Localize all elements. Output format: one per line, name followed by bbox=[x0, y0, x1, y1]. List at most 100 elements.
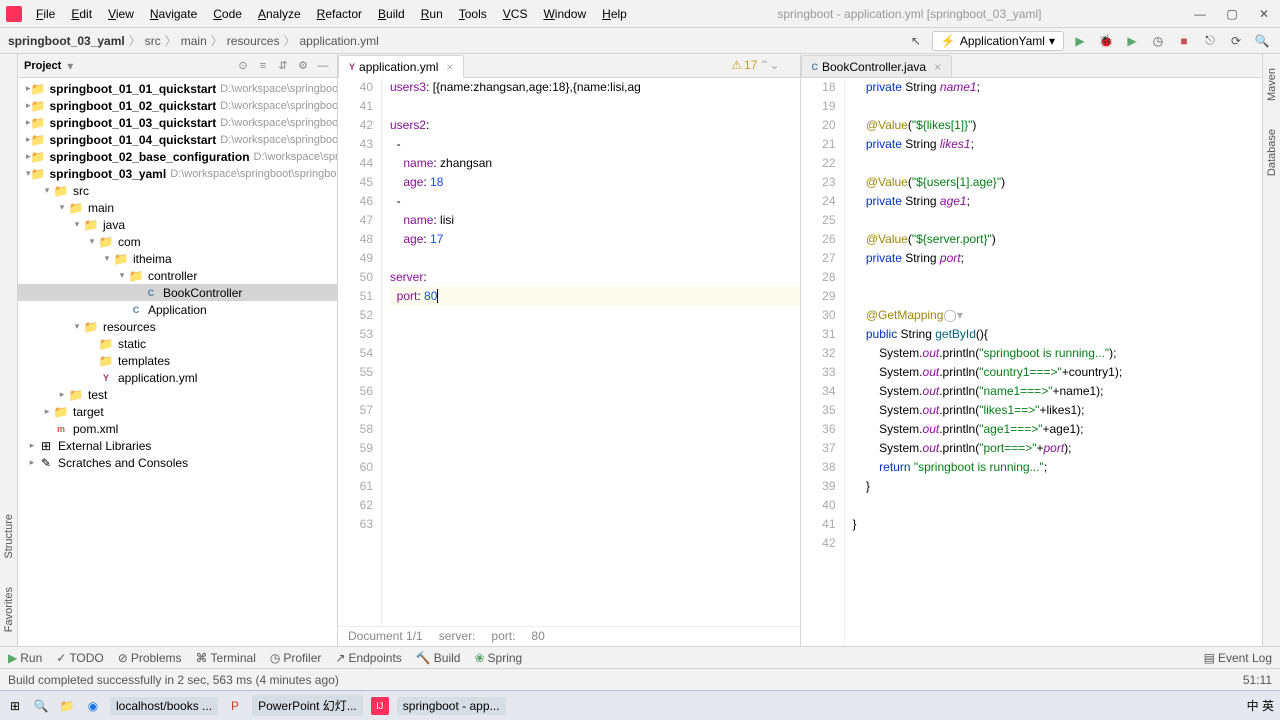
stop-button[interactable]: ■ bbox=[1174, 31, 1194, 51]
tree-node-springboot-01-02-quickstart[interactable]: ▸📁springboot_01_02_quickstartD:\workspac… bbox=[18, 97, 337, 114]
project-tool-title[interactable]: Project bbox=[24, 60, 61, 72]
tree-node-external-libraries[interactable]: ▸⊞External Libraries bbox=[18, 437, 337, 454]
chevron-down-icon[interactable]: ▾ bbox=[67, 59, 73, 73]
ime-indicator[interactable]: 中 英 bbox=[1247, 697, 1274, 714]
menu-navigate[interactable]: Navigate bbox=[142, 3, 205, 25]
left-tool-strip: Structure Favorites bbox=[0, 54, 18, 646]
tree-node-resources[interactable]: ▾📁resources bbox=[18, 318, 337, 335]
menu-file[interactable]: File bbox=[28, 3, 63, 25]
run-configuration-selector[interactable]: ⚡ ApplicationYaml ▾ bbox=[932, 31, 1064, 51]
tree-node-src[interactable]: ▾📁src bbox=[18, 182, 337, 199]
database-tool-button[interactable]: Database bbox=[1266, 125, 1278, 180]
tree-node-pom-xml[interactable]: mpom.xml bbox=[18, 420, 337, 437]
menu-analyze[interactable]: Analyze bbox=[250, 3, 309, 25]
back-arrow-icon[interactable]: ↖ bbox=[906, 31, 926, 51]
hide-icon[interactable]: — bbox=[315, 58, 331, 74]
tree-node-application-yml[interactable]: Yapplication.yml bbox=[18, 369, 337, 386]
browser-icon[interactable]: ◉ bbox=[84, 697, 102, 715]
taskbar-ide-window[interactable]: springboot - app... bbox=[397, 697, 506, 715]
right-line-gutter[interactable]: 1819202122232425262728293031323334353637… bbox=[801, 78, 845, 646]
breadcrumb-segment[interactable]: src bbox=[145, 34, 161, 48]
start-button[interactable]: ⊞ bbox=[6, 697, 24, 715]
settings-gear-icon[interactable]: ⚙ bbox=[295, 58, 311, 74]
explorer-icon[interactable]: 📁 bbox=[58, 697, 76, 715]
tree-node-scratches-and-consoles[interactable]: ▸✎Scratches and Consoles bbox=[18, 454, 337, 471]
project-tree[interactable]: ▸📁springboot_01_01_quickstartD:\workspac… bbox=[18, 78, 337, 646]
inspection-warnings-indicator[interactable]: ⚠ 17 ⌃⌄ bbox=[731, 58, 779, 72]
favorites-tool-button[interactable]: Favorites bbox=[3, 583, 15, 636]
coverage-button[interactable]: ▶ bbox=[1122, 31, 1142, 51]
select-opened-icon[interactable]: ⊙ bbox=[235, 58, 251, 74]
taskbar-powerpoint-window[interactable]: PowerPoint 幻灯... bbox=[252, 695, 363, 716]
run-tool-tab[interactable]: ▶Run bbox=[8, 651, 42, 665]
profiler-tool-tab[interactable]: ◷Profiler bbox=[270, 651, 322, 665]
close-tab-icon[interactable]: × bbox=[934, 60, 941, 74]
tree-node-springboot-03-yaml[interactable]: ▾📁springboot_03_yamlD:\workspace\springb… bbox=[18, 165, 337, 182]
tab-bookcontroller-java[interactable]: C BookController.java × bbox=[801, 55, 953, 78]
problems-tool-tab[interactable]: ⊘Problems bbox=[118, 651, 182, 665]
crumb-port[interactable]: port: bbox=[491, 629, 515, 644]
caret-position[interactable]: 51:11 bbox=[1243, 673, 1272, 687]
crumb-server[interactable]: server: bbox=[439, 629, 476, 644]
tree-node-java[interactable]: ▾📁java bbox=[18, 216, 337, 233]
menu-window[interactable]: Window bbox=[535, 3, 594, 25]
menu-code[interactable]: Code bbox=[205, 3, 250, 25]
event-log-tab[interactable]: ▤Event Log bbox=[1204, 651, 1272, 665]
tree-node-test[interactable]: ▸📁test bbox=[18, 386, 337, 403]
maven-tool-button[interactable]: Maven bbox=[1266, 64, 1278, 105]
spring-tool-tab[interactable]: ❀Spring bbox=[474, 651, 522, 665]
breadcrumb-segment[interactable]: springboot_03_yaml bbox=[8, 34, 125, 48]
tree-node-springboot-01-04-quickstart[interactable]: ▸📁springboot_01_04_quickstartD:\workspac… bbox=[18, 131, 337, 148]
endpoints-tool-tab[interactable]: ↗Endpoints bbox=[335, 651, 401, 665]
build-tool-tab[interactable]: 🔨Build bbox=[416, 651, 461, 665]
tree-node-springboot-01-03-quickstart[interactable]: ▸📁springboot_01_03_quickstartD:\workspac… bbox=[18, 114, 337, 131]
tree-node-target[interactable]: ▸📁target bbox=[18, 403, 337, 420]
right-code-area[interactable]: private String name1; @Value("${likes[1]… bbox=[845, 78, 1263, 646]
menu-refactor[interactable]: Refactor bbox=[309, 3, 370, 25]
close-window-button[interactable]: ✕ bbox=[1248, 0, 1280, 28]
debug-button[interactable]: 🐞 bbox=[1096, 31, 1116, 51]
update-button[interactable]: ⟳ bbox=[1226, 31, 1246, 51]
powerpoint-icon[interactable]: P bbox=[226, 697, 244, 715]
breadcrumb-segment[interactable]: resources bbox=[227, 34, 280, 48]
menu-run[interactable]: Run bbox=[413, 3, 451, 25]
run-button[interactable]: ▶ bbox=[1070, 31, 1090, 51]
attach-button[interactable]: ⎋ bbox=[1200, 31, 1220, 51]
terminal-tool-tab[interactable]: ⌘Terminal bbox=[196, 651, 256, 665]
taskbar-browser-window[interactable]: localhost/books ... bbox=[110, 697, 218, 715]
menu-help[interactable]: Help bbox=[594, 3, 635, 25]
menu-tools[interactable]: Tools bbox=[451, 3, 495, 25]
collapse-all-icon[interactable]: ⇵ bbox=[275, 58, 291, 74]
todo-tool-tab[interactable]: ✓TODO bbox=[56, 651, 104, 665]
left-line-gutter[interactable]: 4041424344454647484950515253545556575859… bbox=[338, 78, 382, 626]
profiler-button[interactable]: ◷ bbox=[1148, 31, 1168, 51]
tree-node-itheima[interactable]: ▾📁itheima bbox=[18, 250, 337, 267]
menu-vcs[interactable]: VCS bbox=[495, 3, 536, 25]
tree-node-templates[interactable]: 📁templates bbox=[18, 352, 337, 369]
tree-node-main[interactable]: ▾📁main bbox=[18, 199, 337, 216]
tree-node-springboot-01-01-quickstart[interactable]: ▸📁springboot_01_01_quickstartD:\workspac… bbox=[18, 80, 337, 97]
tree-node-com[interactable]: ▾📁com bbox=[18, 233, 337, 250]
left-code-area[interactable]: users3: [{name:zhangsan,age:18},{name:li… bbox=[382, 78, 800, 626]
menu-build[interactable]: Build bbox=[370, 3, 413, 25]
menu-view[interactable]: View bbox=[100, 3, 142, 25]
tab-application-yml[interactable]: Y application.yml × bbox=[338, 55, 464, 78]
tree-node-controller[interactable]: ▾📁controller bbox=[18, 267, 337, 284]
search-everywhere-icon[interactable]: 🔍 bbox=[1252, 31, 1272, 51]
tree-node-application[interactable]: CApplication bbox=[18, 301, 337, 318]
structure-tool-button[interactable]: Structure bbox=[3, 510, 15, 563]
maximize-button[interactable]: ▢ bbox=[1216, 0, 1248, 28]
search-taskbar-icon[interactable]: 🔍 bbox=[32, 697, 50, 715]
tree-node-springboot-02-base-configuration[interactable]: ▸📁springboot_02_base_configurationD:\wor… bbox=[18, 148, 337, 165]
tree-node-bookcontroller[interactable]: CBookController bbox=[18, 284, 337, 301]
breadcrumb-segment[interactable]: main bbox=[181, 34, 207, 48]
intellij-icon[interactable]: IJ bbox=[371, 697, 389, 715]
crumb-value[interactable]: 80 bbox=[531, 629, 544, 644]
tree-node-static[interactable]: 📁static bbox=[18, 335, 337, 352]
expand-all-icon[interactable]: ≡ bbox=[255, 58, 271, 74]
breadcrumb-segment[interactable]: application.yml bbox=[299, 34, 378, 48]
minimize-button[interactable]: — bbox=[1184, 0, 1216, 28]
build-icon: 🔨 bbox=[416, 651, 431, 665]
menu-edit[interactable]: Edit bbox=[63, 3, 100, 25]
close-tab-icon[interactable]: × bbox=[446, 60, 453, 74]
